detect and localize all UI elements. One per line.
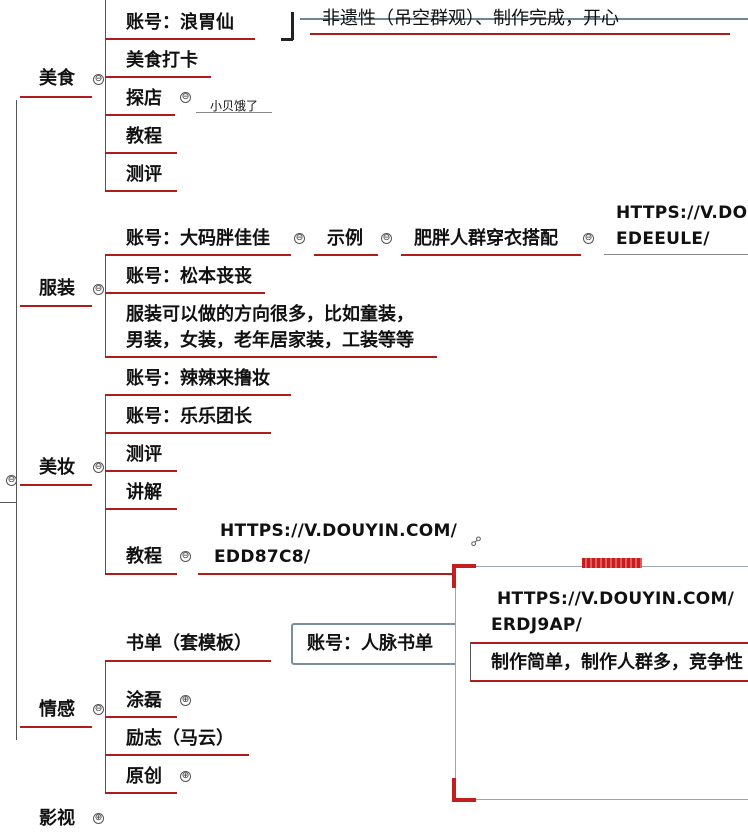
node-food-top-account[interactable]: 账号：浪胃仙 bbox=[126, 12, 234, 34]
root-stem bbox=[0, 502, 16, 503]
beauty-branch bbox=[105, 396, 106, 574]
node-fashion-account2[interactable]: 账号：松本丧丧 bbox=[126, 266, 252, 288]
underline bbox=[105, 716, 177, 718]
underline bbox=[105, 508, 177, 510]
category-fashion[interactable]: 服装 bbox=[39, 278, 75, 300]
underline bbox=[105, 573, 177, 575]
node-beauty-explain[interactable]: 讲解 bbox=[126, 482, 162, 504]
underline bbox=[20, 305, 92, 307]
underline bbox=[470, 642, 748, 644]
example-collapse-toggle[interactable]: ⊖ bbox=[381, 233, 392, 244]
node-beauty-account2[interactable]: 账号：乐乐团长 bbox=[126, 406, 252, 428]
bracket bbox=[281, 38, 293, 41]
underline bbox=[105, 190, 177, 192]
beauty-collapse-toggle[interactable]: ⊖ bbox=[93, 462, 104, 473]
panel-resize-handle[interactable] bbox=[582, 558, 642, 568]
underline bbox=[314, 254, 378, 256]
node-fashion-url-line2[interactable]: EDEEULE/ bbox=[616, 228, 710, 250]
example-desc-collapse-toggle[interactable]: ⊖ bbox=[583, 233, 594, 244]
category-film[interactable]: 影视 bbox=[39, 808, 75, 830]
node-fashion-url-line1[interactable]: HTTPS://V.DO bbox=[616, 202, 747, 224]
underline bbox=[604, 254, 748, 255]
node-emotion-original[interactable]: 原创 bbox=[126, 766, 162, 788]
node-fashion-example-desc[interactable]: 肥胖人群穿衣搭配 bbox=[414, 228, 558, 250]
underline bbox=[105, 394, 291, 396]
underline bbox=[401, 254, 581, 256]
node-beauty-tutorial[interactable]: 教程 bbox=[126, 546, 162, 568]
root-trunk bbox=[16, 100, 17, 500]
mind-map-canvas: 账号：浪胃仙 非遗性（吊空群观）、制作完成，开心 ⊖ 美食 ⊖ 美食打卡 探店 … bbox=[0, 0, 748, 834]
fashion-collapse-toggle[interactable]: ⊖ bbox=[93, 284, 104, 295]
underline bbox=[105, 152, 177, 154]
node-fashion-example[interactable]: 示例 bbox=[327, 228, 363, 250]
node-beauty-url-line2[interactable]: EDD87C8/ bbox=[214, 546, 310, 568]
node-beauty-review[interactable]: 测评 bbox=[126, 444, 162, 466]
underline bbox=[470, 680, 748, 682]
node-food-tandian[interactable]: 探店 bbox=[126, 88, 162, 110]
food-branch bbox=[105, 0, 106, 190]
beauty-tutorial-collapse-toggle[interactable]: ⊖ bbox=[180, 551, 191, 562]
node-emotion-account[interactable]: 账号：人脉书单 bbox=[307, 633, 433, 655]
panel-corner-marker bbox=[452, 564, 476, 568]
node-emotion-tulei[interactable]: 涂磊 bbox=[126, 690, 162, 712]
panel-corner-marker bbox=[452, 798, 476, 802]
original-expand-toggle[interactable]: ⊕ bbox=[180, 771, 191, 782]
node-tandian-note[interactable]: 小贝饿了 bbox=[210, 95, 258, 117]
tandian-collapse-toggle[interactable]: ⊖ bbox=[180, 92, 191, 103]
node-fashion-account1[interactable]: 账号：大码胖佳佳 bbox=[126, 228, 270, 250]
node-beauty-account1[interactable]: 账号：辣辣来撸妆 bbox=[126, 368, 270, 390]
root-collapse-toggle[interactable]: ⊖ bbox=[6, 475, 17, 486]
underline bbox=[105, 76, 211, 78]
node-food-tutorial[interactable]: 教程 bbox=[126, 126, 162, 148]
underline bbox=[105, 470, 177, 472]
food-collapse-toggle[interactable]: ⊖ bbox=[93, 74, 104, 85]
category-emotion[interactable]: 情感 bbox=[39, 699, 75, 721]
underline bbox=[105, 38, 255, 40]
link-icon[interactable]: ⚯ bbox=[467, 532, 487, 552]
node-beauty-url-line1[interactable]: HTTPS://V.DOUYIN.COM/ bbox=[220, 520, 457, 542]
underline bbox=[196, 112, 272, 113]
underline bbox=[20, 96, 92, 98]
underline bbox=[105, 356, 437, 358]
underline bbox=[105, 754, 249, 756]
account1-collapse-toggle[interactable]: ⊖ bbox=[294, 233, 305, 244]
node-food-review[interactable]: 测评 bbox=[126, 164, 162, 186]
underline bbox=[20, 484, 92, 486]
node-emotion-inspire[interactable]: 励志（马云） bbox=[126, 728, 234, 750]
node-fashion-desc-line1[interactable]: 服装可以做的方向很多，比如童装， bbox=[126, 304, 414, 326]
category-beauty[interactable]: 美妆 bbox=[39, 457, 75, 479]
root-trunk bbox=[16, 500, 17, 740]
panel-branch bbox=[470, 642, 471, 680]
node-food-top-note[interactable]: 非遗性（吊空群观）、制作完成，开心 bbox=[322, 8, 619, 30]
bracket bbox=[291, 12, 294, 40]
underline bbox=[105, 114, 175, 116]
panel-url-line1[interactable]: HTTPS://V.DOUYIN.COM/ bbox=[497, 588, 734, 610]
emotion-collapse-toggle[interactable]: ⊖ bbox=[93, 704, 104, 715]
fashion-branch bbox=[105, 255, 106, 357]
node-fashion-desc-line2[interactable]: 男装，女装，老年居家装，工装等等 bbox=[126, 330, 414, 352]
node-food-checkin[interactable]: 美食打卡 bbox=[126, 50, 198, 72]
panel-desc[interactable]: 制作简单，制作人群多，竞争性 bbox=[491, 652, 743, 674]
underline bbox=[105, 254, 291, 256]
underline bbox=[310, 33, 730, 35]
underline bbox=[20, 726, 92, 728]
underline bbox=[105, 660, 271, 662]
tulei-expand-toggle[interactable]: ⊕ bbox=[180, 695, 191, 706]
underline bbox=[105, 432, 271, 434]
category-food[interactable]: 美食 bbox=[39, 68, 75, 90]
film-expand-toggle[interactable]: ⊕ bbox=[93, 813, 104, 824]
underline bbox=[105, 792, 177, 794]
node-emotion-booklist[interactable]: 书单（套模板） bbox=[126, 633, 252, 655]
emotion-branch bbox=[105, 661, 106, 793]
panel-url-line2[interactable]: ERDJ9AP/ bbox=[491, 614, 582, 636]
underline bbox=[105, 292, 265, 294]
